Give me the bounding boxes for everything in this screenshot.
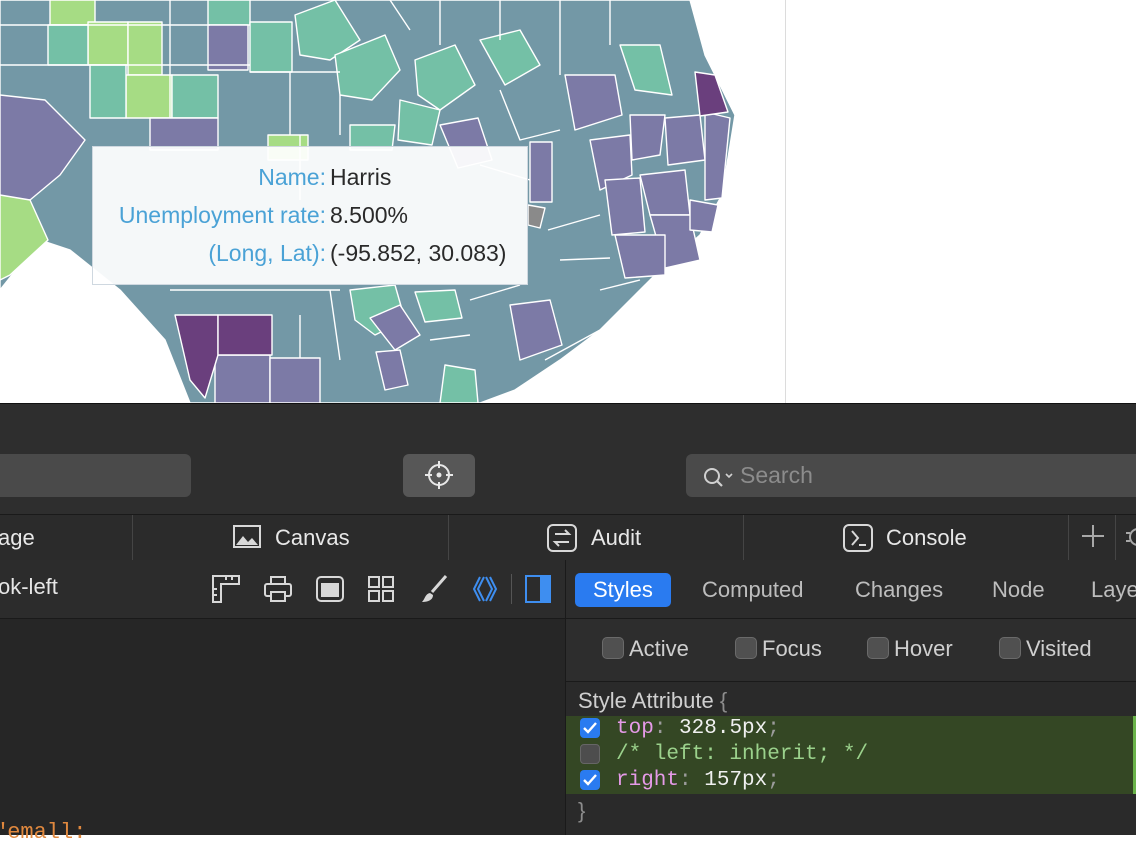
declaration-comment: /* left: inherit; */ — [616, 743, 869, 766]
tooltip-row-coordinates: (Long, Lat): (-95.852, 30.083) — [93, 238, 529, 268]
tooltip-row-name: Name: Harris — [93, 162, 529, 192]
pseudo-label: Hover — [894, 636, 953, 661]
elements-pane: ok-left "emall: — [0, 560, 565, 845]
search-input[interactable] — [740, 454, 1120, 497]
gear-icon — [1126, 528, 1136, 546]
property-name: top — [616, 717, 654, 740]
plus-icon — [1082, 525, 1104, 547]
open-brace: { — [719, 688, 728, 713]
declaration-checkbox[interactable] — [580, 718, 600, 738]
image-icon — [233, 525, 261, 548]
paintbrush-icon[interactable] — [420, 574, 450, 604]
checkmark-icon — [583, 774, 597, 786]
crosshair-icon — [425, 461, 453, 489]
tooltip-key: Name: — [258, 164, 326, 190]
tab-page[interactable]: age — [0, 515, 35, 560]
toolbar-left-field[interactable] — [0, 454, 191, 497]
checkmark-icon — [583, 722, 597, 734]
pseudo-class-toggles: Active Focus Hover Visited — [566, 619, 1136, 682]
tooltip-value: Harris — [330, 164, 392, 190]
tab-separator — [132, 515, 133, 560]
tooltip-value: (-95.852, 30.083) — [330, 240, 507, 266]
rule-selector: Style Attribute — [578, 688, 714, 713]
styles-sidebar: Styles Computed Changes Node Layers Acti… — [565, 560, 1136, 835]
pseudo-label: Visited — [1026, 636, 1092, 661]
window-icon[interactable] — [315, 574, 345, 604]
element-picker-button[interactable] — [403, 454, 475, 497]
elements-toolbar: ok-left — [0, 560, 565, 619]
declaration-text: top: 328.5px; — [616, 717, 780, 740]
tab-label: Canvas — [275, 525, 350, 550]
tooltip-key: Unemployment rate: — [118, 202, 326, 228]
ruler-icon[interactable] — [211, 574, 241, 604]
declaration-top[interactable]: top: 328.5px; — [566, 716, 1133, 742]
pseudo-label: Focus — [762, 636, 822, 661]
declaration-block: top: 328.5px; /* left: inherit; */ right… — [566, 716, 1133, 794]
grid-icon[interactable] — [366, 574, 396, 604]
style-rule-header: Style Attribute { — [578, 688, 727, 714]
tab-label: Console — [886, 525, 967, 550]
tab-computed[interactable]: Computed — [684, 573, 822, 607]
declaration-left-disabled[interactable]: /* left: inherit; */ — [566, 742, 1133, 768]
tab-separator — [743, 515, 744, 560]
settings-button[interactable] — [1124, 515, 1136, 560]
declaration-text: right: 157px; — [616, 769, 780, 792]
checkbox[interactable] — [602, 637, 624, 659]
search-field[interactable] — [686, 454, 1136, 497]
new-tab-button[interactable] — [1080, 515, 1106, 560]
code-brackets-icon[interactable] — [470, 574, 500, 604]
tab-changes[interactable]: Changes — [837, 573, 961, 607]
tab-styles[interactable]: Styles — [575, 573, 671, 607]
property-name: right — [616, 769, 680, 792]
tooltip-key: (Long, Lat): — [208, 240, 326, 266]
sidebar-tab-bar: Styles Computed Changes Node Layers — [566, 560, 1136, 619]
print-icon[interactable] — [263, 574, 293, 604]
sidebar-toggle-icon[interactable] — [524, 574, 552, 604]
tooltip-row-unemployment: Unemployment rate: 8.500% — [93, 200, 529, 230]
checkbox[interactable] — [867, 637, 889, 659]
inspector-tab-bar: age Canvas Audit Console — [0, 514, 1136, 561]
tab-separator — [1068, 515, 1069, 560]
declaration-right[interactable]: right: 157px; — [566, 768, 1133, 794]
search-icon — [704, 468, 733, 487]
toolbar-divider — [511, 574, 512, 604]
pseudo-label: Active — [629, 636, 689, 661]
map-tooltip: Name: Harris Unemployment rate: 8.500% (… — [92, 146, 528, 285]
dom-tree-fragment[interactable]: "emall: — [0, 820, 86, 845]
tab-node[interactable]: Node — [974, 573, 1063, 607]
audit-icon — [547, 524, 577, 552]
map-area: Name: Harris Unemployment rate: 8.500% (… — [0, 0, 1136, 403]
declaration-checkbox[interactable] — [580, 770, 600, 790]
inspector-toolbar — [0, 404, 1136, 514]
checkbox[interactable] — [999, 637, 1021, 659]
property-value: 157px — [704, 769, 768, 792]
tab-label: age — [0, 525, 35, 550]
tab-layers[interactable]: Layers — [1073, 573, 1136, 607]
tab-separator — [1115, 515, 1116, 560]
property-value: 328.5px — [679, 717, 768, 740]
console-icon — [843, 524, 873, 552]
tooltip-value: 8.500% — [330, 202, 409, 228]
declaration-checkbox[interactable] — [580, 744, 600, 764]
page-divider — [785, 0, 786, 403]
close-brace: } — [578, 798, 586, 823]
tab-separator — [448, 515, 449, 560]
tab-label: Audit — [591, 525, 642, 550]
breadcrumb[interactable]: ok-left — [0, 574, 58, 600]
checkbox[interactable] — [735, 637, 757, 659]
web-inspector: age Canvas Audit Console — [0, 403, 1136, 845]
